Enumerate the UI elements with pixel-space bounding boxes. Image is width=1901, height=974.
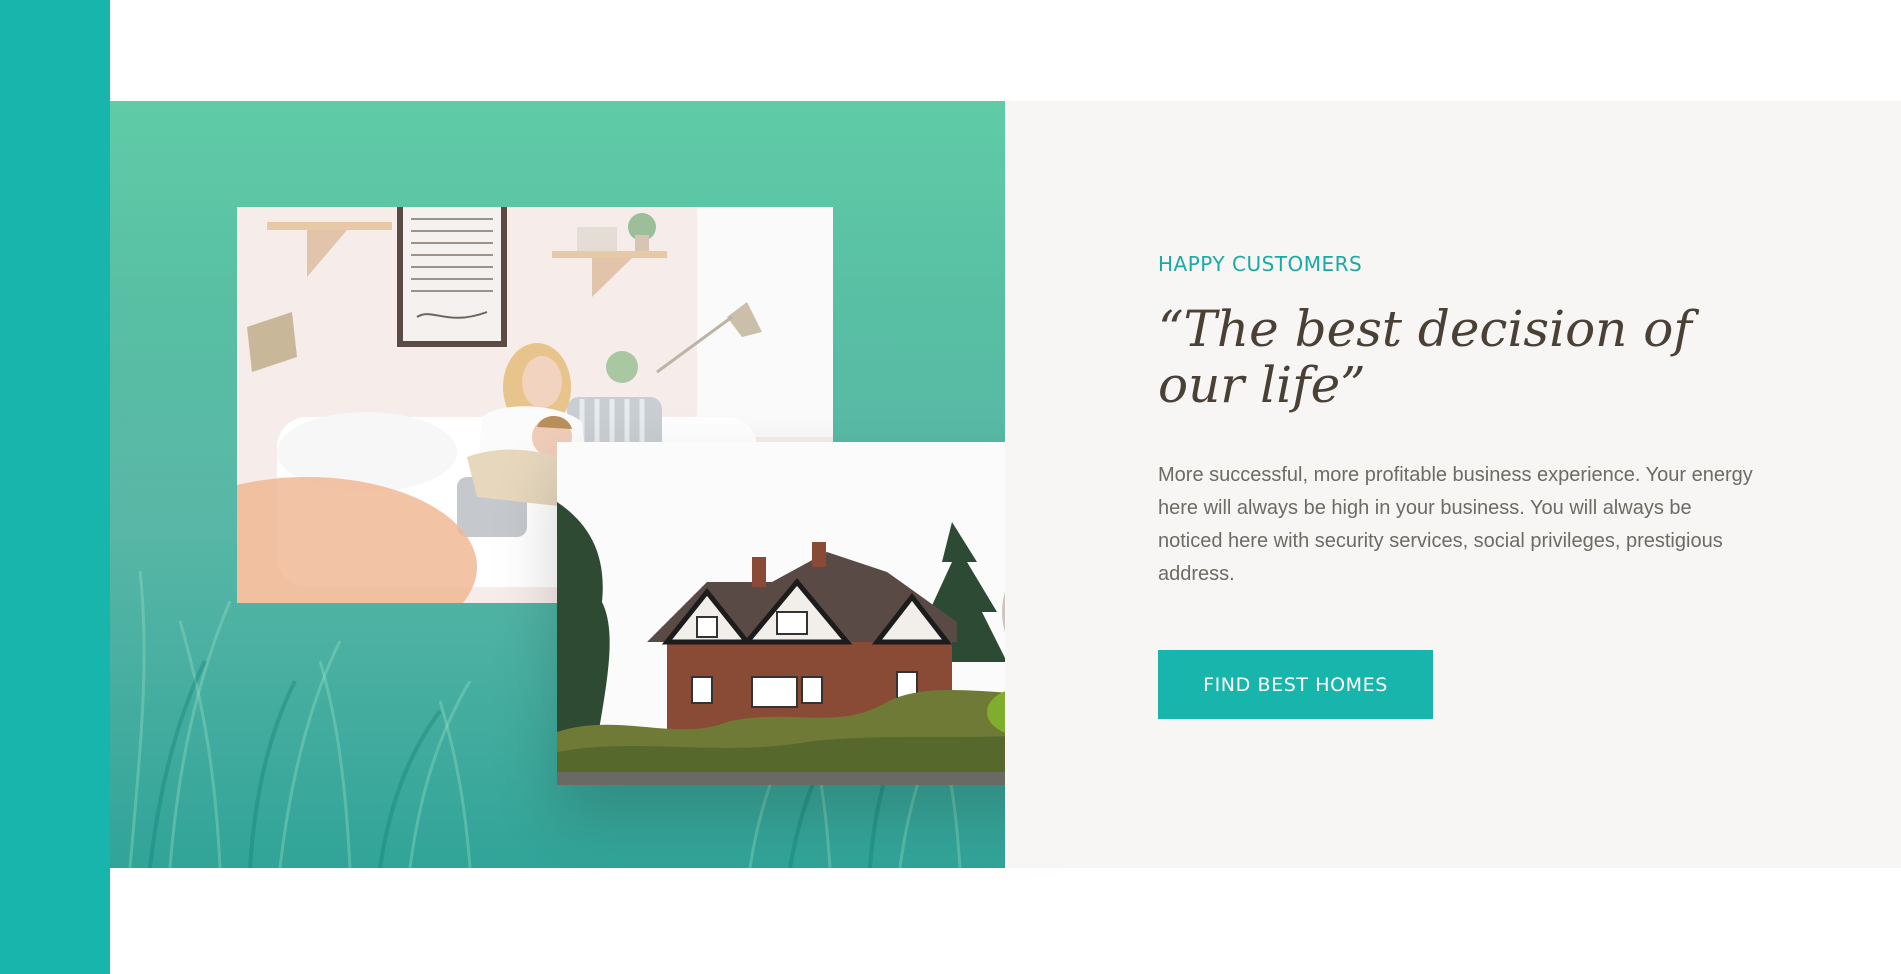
testimonial-content: HAPPY CUSTOMERS “The best decision of ou… [1158,251,1758,591]
testimonial-section: HAPPY CUSTOMERS “The best decision of ou… [110,101,1901,868]
house-photo [557,442,1072,785]
testimonial-quote: “The best decision of our life” [1158,300,1692,414]
section-eyebrow: HAPPY CUSTOMERS [1158,252,1363,276]
find-best-homes-button[interactable]: FIND BEST HOMES [1158,650,1433,719]
testimonial-description: More successful, more profitable busines… [1158,464,1753,585]
accent-sidebar [0,0,110,974]
